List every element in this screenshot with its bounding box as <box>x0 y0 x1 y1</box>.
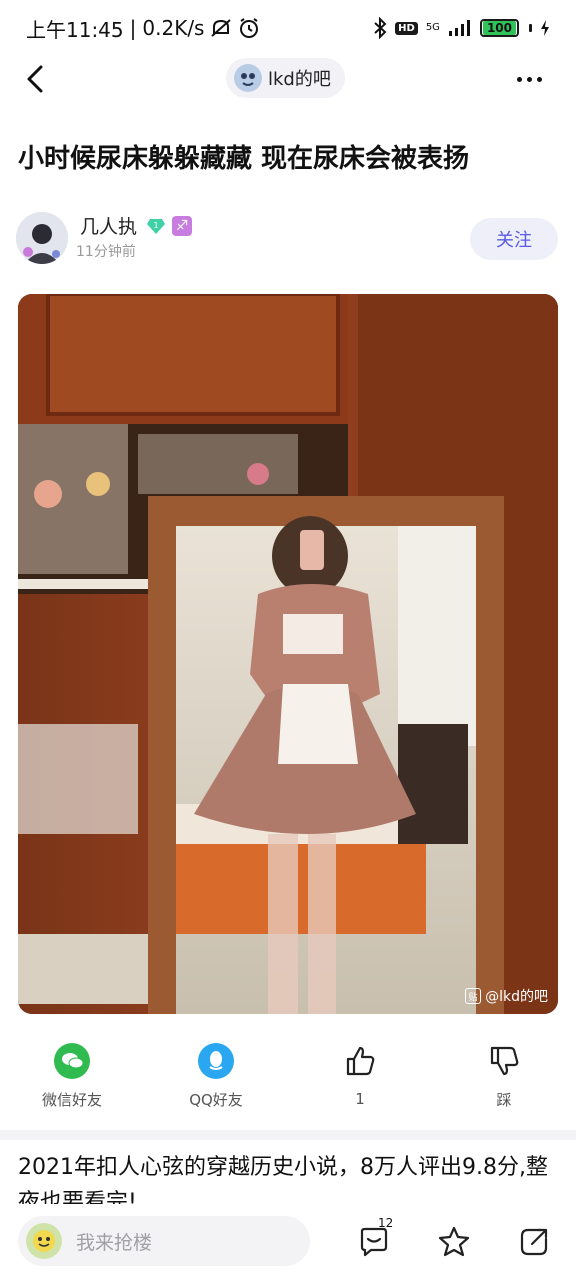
comment-count: 12 <box>378 1216 394 1230</box>
follow-button[interactable]: 关注 <box>470 218 558 260</box>
author-row: 几人执 1 ♐ 11分钟前 关注 <box>16 210 560 266</box>
watermark-text: @lkd的吧 <box>485 989 548 1005</box>
thumbs-down-icon <box>485 1042 523 1079</box>
share-icon <box>520 1228 548 1256</box>
like-button[interactable]: 1 <box>305 1030 415 1110</box>
post-photo-illustration <box>18 294 558 1014</box>
share-action-row: 微信好友 QQ好友 1 踩 <box>0 1030 576 1120</box>
post-photo[interactable]: 贴 @lkd的吧 <box>18 294 558 1014</box>
like-count: 1 <box>355 1090 365 1108</box>
qq-label: QQ好友 <box>189 1091 243 1109</box>
status-left: 上午11:45 | 0.2K/s <box>26 14 260 43</box>
share-wechat-button[interactable]: 微信好友 <box>17 1030 127 1110</box>
bottom-bar: 我来抢楼 12 <box>0 1204 576 1280</box>
thumbs-up-icon <box>341 1042 379 1080</box>
back-arrow-icon <box>27 65 43 93</box>
forum-name: lkd的吧 <box>268 69 331 90</box>
dislike-button[interactable]: 踩 <box>449 1030 559 1110</box>
dislike-label: 踩 <box>496 1091 512 1109</box>
author-avatar[interactable] <box>16 212 68 264</box>
status-right: HD 5G 100 <box>373 17 550 39</box>
battery-icon: 100 <box>479 19 519 37</box>
reply-placeholder: 我来抢楼 <box>76 1231 153 1254</box>
hd-badge: HD <box>395 21 418 35</box>
charging-icon <box>540 19 550 37</box>
share-button[interactable] <box>514 1222 554 1262</box>
zodiac-badge-icon: ♐ <box>172 216 192 236</box>
post-time: 11分钟前 <box>76 244 136 260</box>
more-button[interactable] <box>512 62 546 96</box>
nav-bar: lkd的吧 <box>0 56 576 102</box>
wechat-label: 微信好友 <box>41 1091 102 1109</box>
forum-pill[interactable]: lkd的吧 <box>226 58 345 98</box>
mute-icon <box>210 18 232 38</box>
net-speed: 0.2K/s <box>142 16 205 40</box>
battery-level: 100 <box>482 21 516 35</box>
more-dot <box>516 76 522 82</box>
recommended-article-title[interactable]: 2021年扣人心弦的穿越历史小说，8万人评出9.8分,整夜也要看完! <box>18 1150 562 1210</box>
reply-input[interactable]: 我来抢楼 <box>18 1216 310 1266</box>
star-icon <box>438 1226 470 1257</box>
favorite-button[interactable] <box>434 1222 474 1262</box>
level-number: 1 <box>153 221 158 230</box>
post-title: 小时候尿床躲躲藏藏 现在尿床会被表扬 <box>18 144 470 174</box>
wechat-icon <box>53 1042 91 1079</box>
alarm-icon <box>238 17 260 39</box>
network-type-label: 5G <box>425 22 440 33</box>
qq-icon <box>197 1042 235 1079</box>
comment-icon <box>360 1227 388 1257</box>
signal-icon <box>448 19 472 37</box>
more-dot <box>526 76 532 82</box>
more-dot <box>536 76 542 82</box>
status-bar: 上午11:45 | 0.2K/s HD 5G 100 <box>0 0 576 56</box>
status-time: 上午11:45 <box>26 17 124 42</box>
share-qq-button[interactable]: QQ好友 <box>161 1030 271 1110</box>
bluetooth-icon <box>373 17 387 39</box>
back-button[interactable] <box>18 62 52 96</box>
section-divider <box>0 1130 576 1140</box>
author-name[interactable]: 几人执 <box>80 212 137 239</box>
network-type: 5G <box>426 23 440 33</box>
status-separator: | <box>129 16 137 40</box>
image-watermark: 贴 @lkd的吧 <box>465 986 548 1006</box>
forum-avatar <box>234 64 262 92</box>
tieba-icon: 贴 <box>465 988 482 1004</box>
battery-tip <box>529 24 532 32</box>
user-avatar <box>26 1223 62 1259</box>
level-gem-icon: 1 <box>146 216 166 236</box>
author-badges: 1 ♐ <box>146 216 192 236</box>
